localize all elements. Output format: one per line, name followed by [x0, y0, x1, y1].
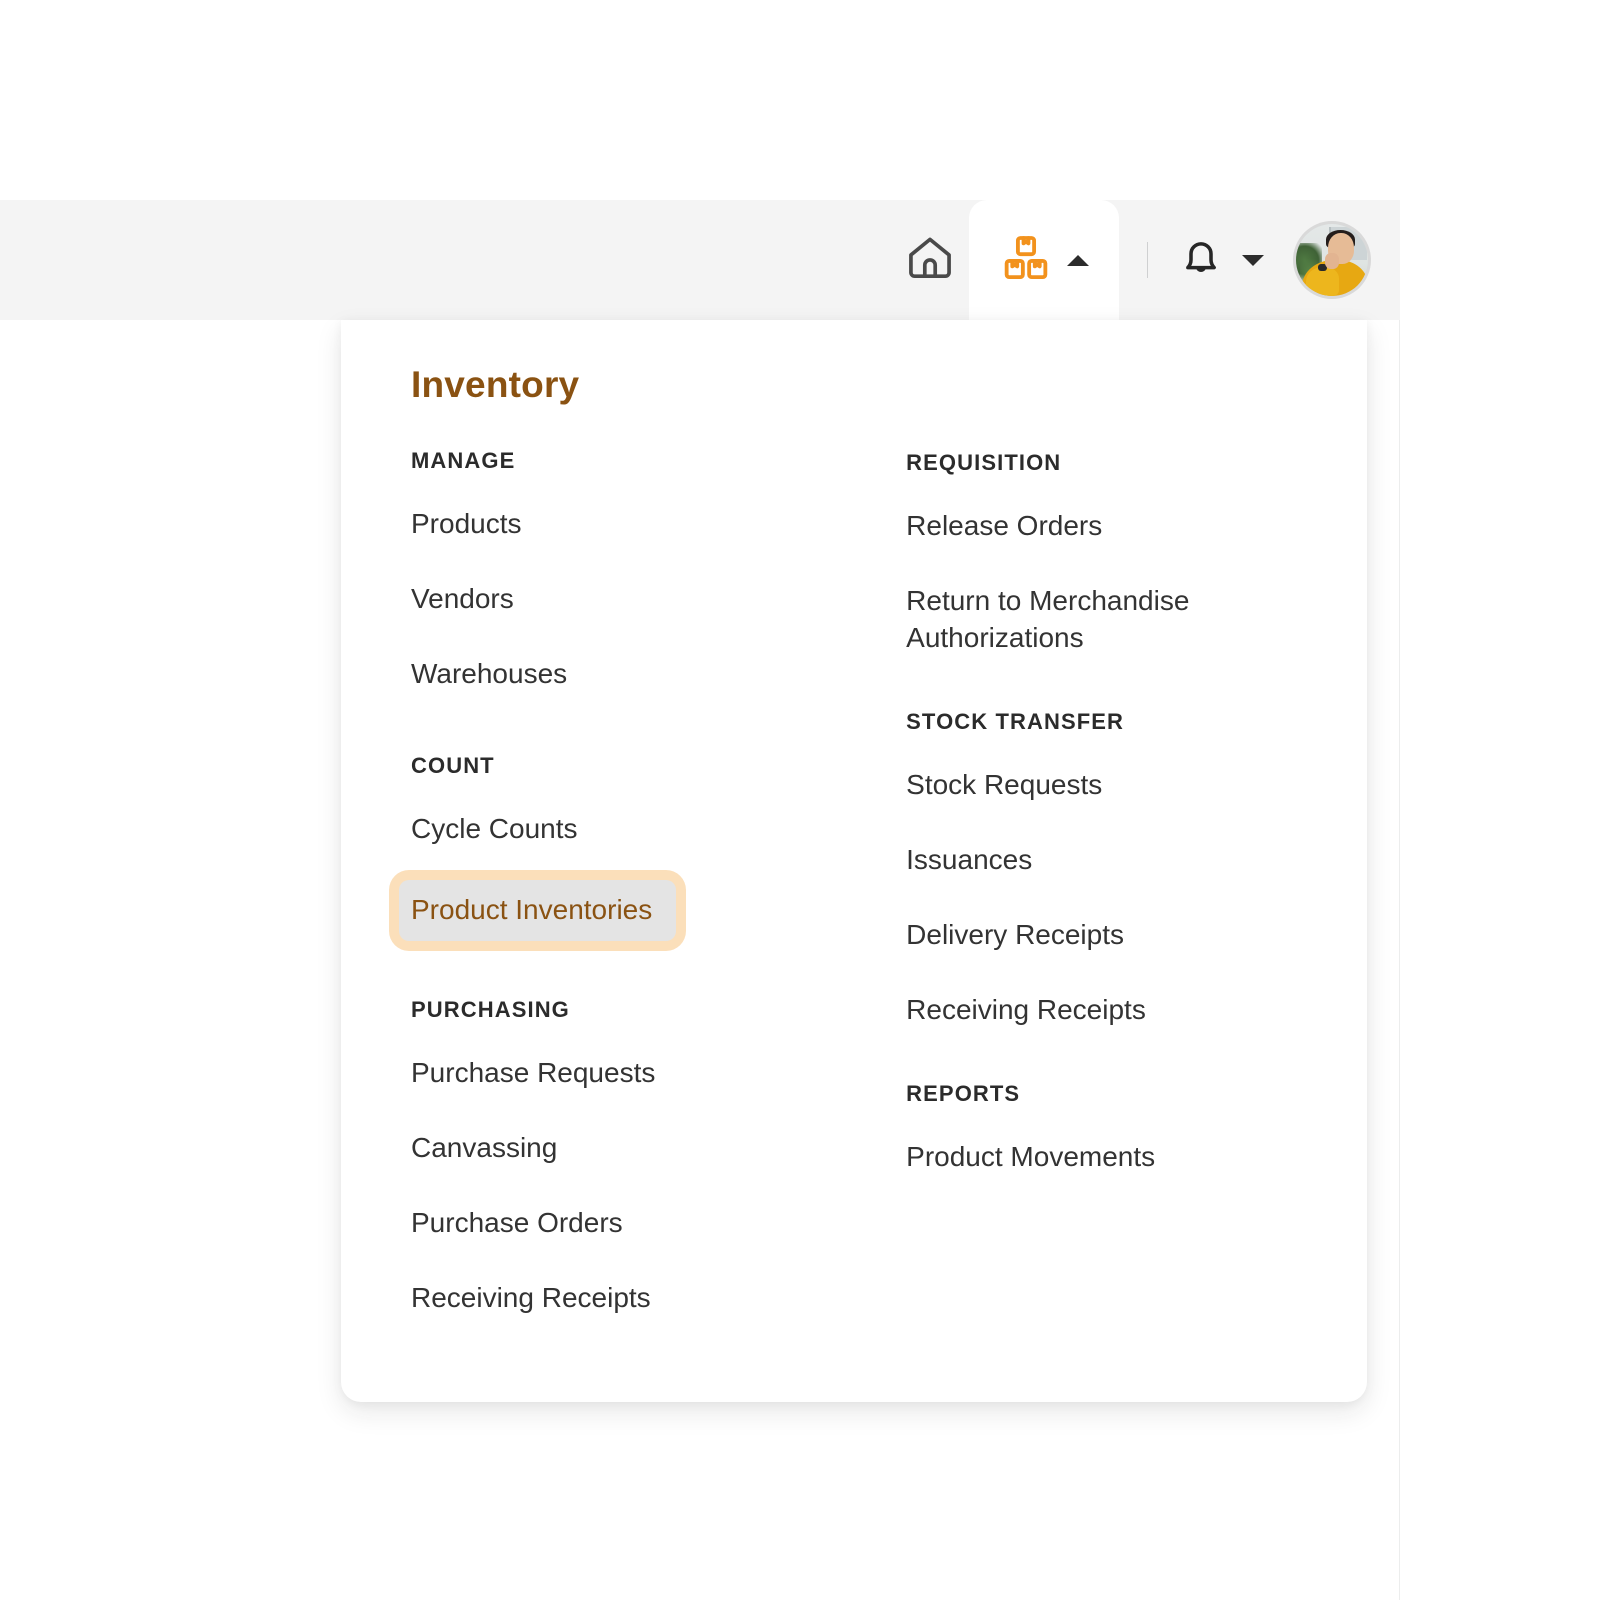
home-button[interactable] — [891, 200, 969, 320]
menu-item-cycle-counts[interactable]: Cycle Counts — [371, 799, 866, 860]
tab-inventory[interactable] — [969, 200, 1119, 320]
menu-column-left: MANAGE Products Vendors Warehouses COUNT… — [371, 448, 866, 1329]
menu-item-product-movements[interactable]: Product Movements — [866, 1127, 1327, 1188]
menu-item-stock-requests[interactable]: Stock Requests — [866, 755, 1327, 816]
menu-item-canvassing[interactable]: Canvassing — [371, 1118, 866, 1179]
menu-item-vendors[interactable]: Vendors — [371, 569, 866, 630]
boxes-icon — [999, 231, 1053, 290]
group-label-reports: REPORTS — [906, 1080, 1021, 1106]
inventory-mega-menu: Inventory MANAGE Products Vendors Wareho… — [341, 320, 1367, 1402]
menu-item-product-inventories[interactable]: Product Inventories — [399, 879, 677, 941]
group-label-purchasing: PURCHASING — [411, 996, 570, 1022]
top-nav-actions — [891, 200, 1368, 320]
avatar-arm — [1306, 267, 1340, 296]
menu-columns: MANAGE Products Vendors Warehouses COUNT… — [371, 448, 1327, 1329]
menu-item-release-orders[interactable]: Release Orders — [866, 496, 1327, 557]
menu-item-products[interactable]: Products — [371, 494, 866, 555]
notifications-button[interactable] — [1170, 233, 1270, 288]
menu-item-purchase-orders[interactable]: Purchase Orders — [371, 1193, 866, 1254]
group-label-requisition: REQUISITION — [906, 450, 1062, 475]
home-icon — [904, 232, 956, 289]
menu-item-delivery-receipts[interactable]: Delivery Receipts — [866, 905, 1327, 966]
menu-title: Inventory — [411, 364, 580, 405]
avatar-hand — [1324, 252, 1340, 269]
caret-down-icon — [1242, 254, 1264, 266]
menu-item-purchase-requests[interactable]: Purchase Requests — [371, 1043, 866, 1104]
app-root: Inventory MANAGE Products Vendors Wareho… — [0, 0, 1600, 1600]
group-label-stock-transfer: STOCK TRANSFER — [906, 708, 1125, 734]
caret-up-icon — [1067, 254, 1089, 266]
menu-column-right: REQUISITION Release Orders Return to Mer… — [866, 448, 1327, 1188]
toolbar-divider — [1147, 242, 1148, 278]
menu-item-return-to-merchandise-authorizations[interactable]: Return to Merchandise Authorizations — [866, 571, 1327, 669]
bell-icon — [1176, 233, 1226, 288]
menu-item-warehouses[interactable]: Warehouses — [371, 644, 866, 705]
group-label-manage: MANAGE — [411, 448, 516, 473]
menu-item-issuances[interactable]: Issuances — [866, 830, 1327, 891]
group-label-count: COUNT — [411, 752, 495, 778]
avatar[interactable] — [1296, 224, 1368, 296]
page-right-edge — [1399, 200, 1400, 1600]
top-navigation-bar — [0, 200, 1400, 320]
menu-item-receiving-receipts-purchasing[interactable]: Receiving Receipts — [371, 1268, 866, 1329]
menu-item-receiving-receipts-transfer[interactable]: Receiving Receipts — [866, 980, 1327, 1041]
